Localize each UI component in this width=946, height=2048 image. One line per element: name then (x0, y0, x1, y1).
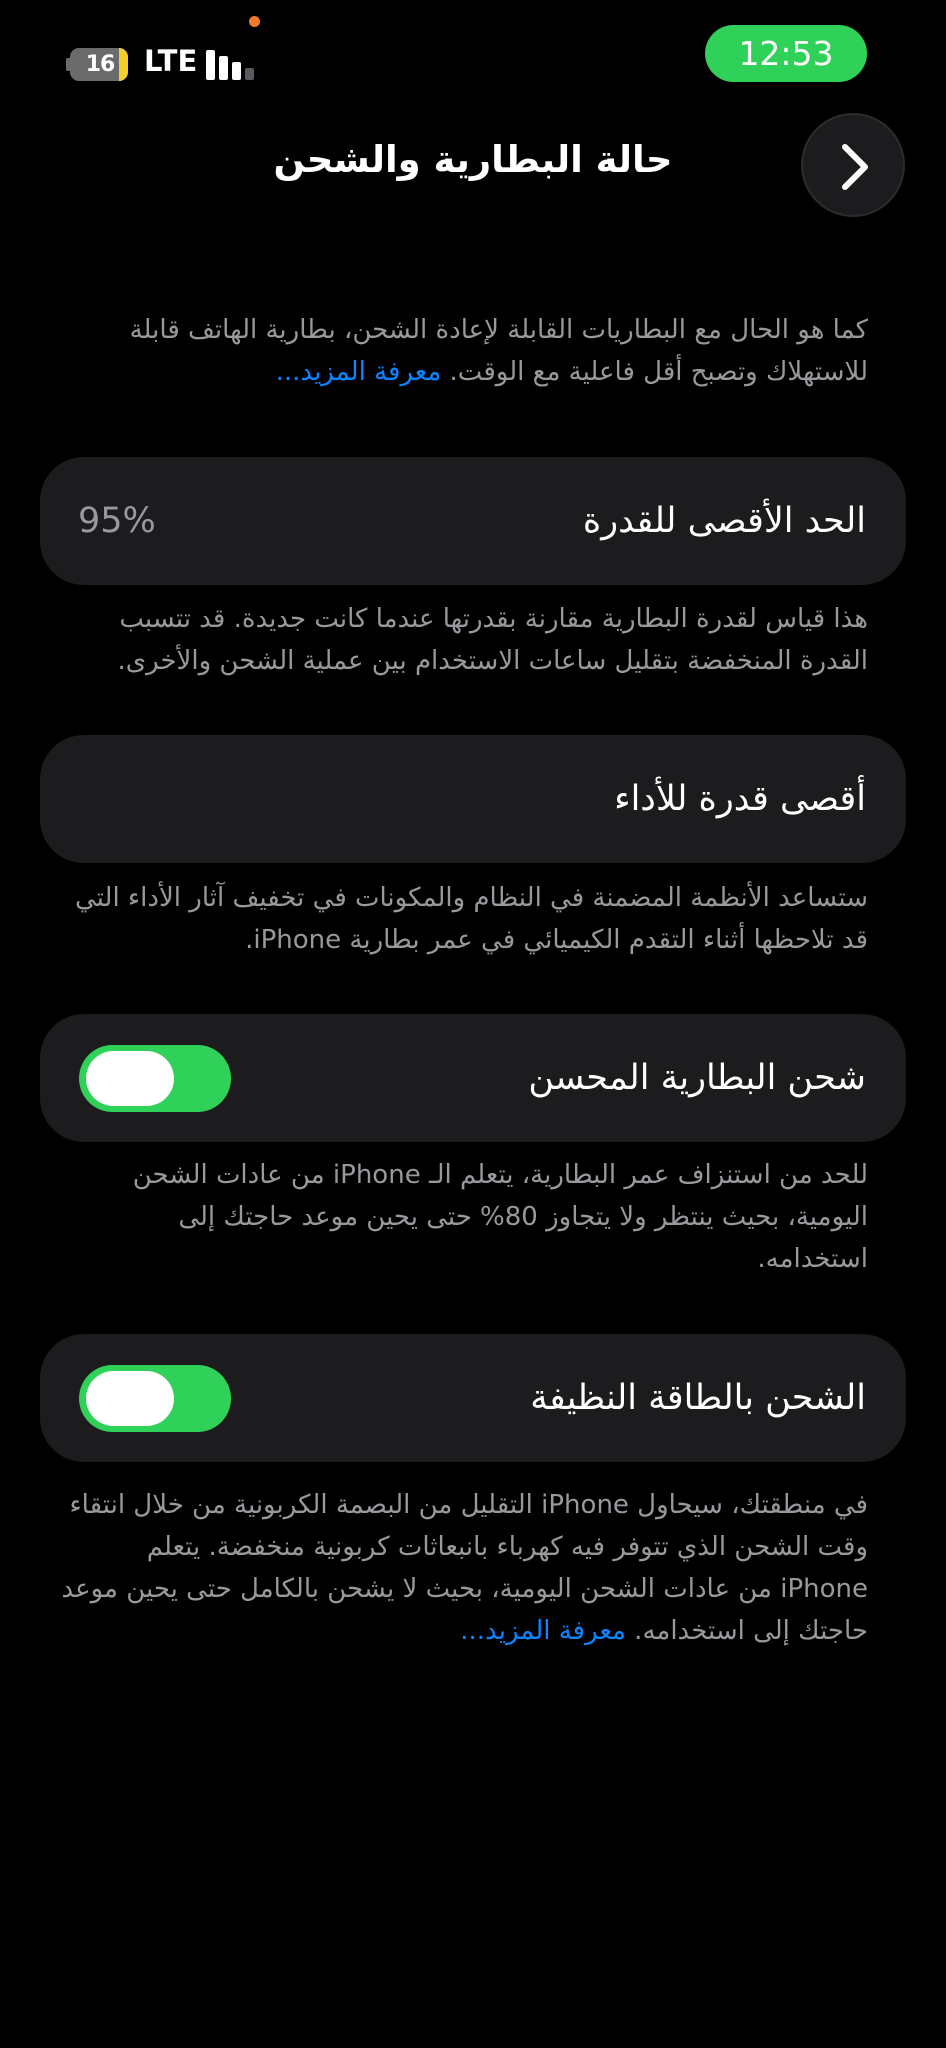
signal-bar (232, 62, 241, 80)
signal-bars-icon (206, 50, 258, 80)
optimized-charging-description: للحد من استنزاف عمر البطارية، يتعلم الـ … (132, 1160, 868, 1274)
signal-bar (245, 68, 254, 80)
optimized-charging-label: شحن البطارية المحسن (528, 1058, 866, 1098)
clean-energy-row: الشحن بالطاقة النظيفة (40, 1334, 906, 1462)
intro-body: كما هو الحال مع البطاريات القابلة لإعادة… (129, 315, 868, 387)
optimized-charging-row: شحن البطارية المحسن (40, 1014, 906, 1142)
page-title: حالة البطارية والشحن (273, 138, 673, 181)
intro-text: كما هو الحال مع البطاريات القابلة لإعادة… (60, 309, 868, 393)
chevron-right-icon (842, 144, 868, 190)
learn-more-link[interactable]: معرفة المزيد... (460, 1616, 626, 1646)
clock[interactable]: 12:53 (705, 25, 867, 82)
signal-bar (206, 50, 215, 80)
status-bar: 16 LTE 12:53 (0, 0, 946, 110)
clean-energy-toggle[interactable] (79, 1365, 231, 1432)
signal-bar (219, 56, 228, 80)
toggle-knob (86, 1371, 174, 1426)
max-capacity-value: 95% (78, 501, 156, 541)
battery-icon: 16 (66, 48, 130, 81)
clean-energy-description: في منطقتك، سيحاول iPhone التقليل من البص… (60, 1484, 868, 1652)
clean-energy-label: الشحن بالطاقة النظيفة (530, 1378, 866, 1418)
back-button[interactable] (801, 113, 905, 217)
peak-performance-description: ستساعد الأنظمة المضمنة في النظام والمكون… (75, 883, 868, 955)
toggle-knob (86, 1051, 174, 1106)
peak-performance-label: أقصى قدرة للأداء (614, 779, 866, 819)
optimized-charging-toggle[interactable] (79, 1045, 231, 1112)
battery-level: 16 (85, 52, 116, 77)
privacy-indicator-dot (249, 16, 260, 27)
max-capacity-label: الحد الأقصى للقدرة (582, 501, 866, 541)
peak-performance-row[interactable]: أقصى قدرة للأداء (40, 735, 906, 863)
max-capacity-row[interactable]: الحد الأقصى للقدرة 95% (40, 457, 906, 585)
learn-more-link[interactable]: معرفة المزيد... (276, 357, 442, 387)
network-type: LTE (144, 44, 198, 78)
max-capacity-description: هذا قياس لقدرة البطارية مقارنة بقدرتها ع… (117, 604, 868, 676)
